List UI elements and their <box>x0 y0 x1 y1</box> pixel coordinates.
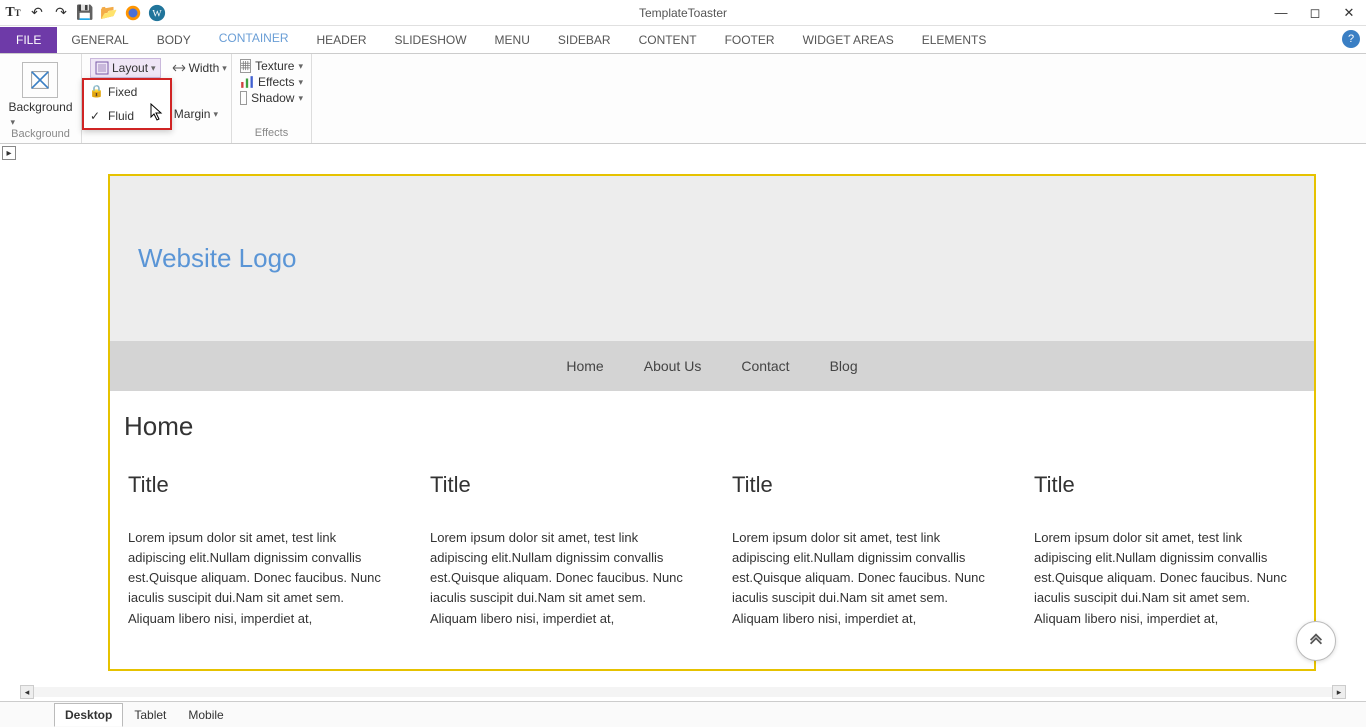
column-body[interactable]: Lorem ipsum dolor sit amet, test link ad… <box>732 528 994 629</box>
scroll-right-button[interactable]: ▸ <box>1332 685 1346 699</box>
minimize-button[interactable]: — <box>1264 0 1298 26</box>
file-tab[interactable]: FILE <box>0 27 57 53</box>
content-column[interactable]: Title Lorem ipsum dolor sit amet, test li… <box>120 472 398 629</box>
quick-access-toolbar: TT ↶ ↷ 💾 📂 W <box>0 4 166 22</box>
ribbon: Background▾ Background Layout▾ Width▾ Ma… <box>0 54 1366 144</box>
view-tab-desktop[interactable]: Desktop <box>54 703 123 727</box>
texture-button[interactable]: Texture▾ <box>240 58 303 74</box>
effects-group-label: Effects <box>240 127 303 139</box>
text-tool-icon[interactable]: TT <box>4 4 22 22</box>
column-title[interactable]: Title <box>430 472 692 498</box>
maximize-button[interactable]: ◻ <box>1298 0 1332 26</box>
tab-menu[interactable]: MENU <box>481 27 544 53</box>
redo-icon[interactable]: ↷ <box>52 4 70 22</box>
window-controls: — ◻ ✕ <box>1264 0 1366 26</box>
scroll-left-button[interactable]: ◂ <box>20 685 34 699</box>
column-body[interactable]: Lorem ipsum dolor sit amet, test link ad… <box>128 528 390 629</box>
background-button[interactable] <box>22 62 58 98</box>
nav-link-about-us[interactable]: About Us <box>644 358 702 374</box>
column-body[interactable]: Lorem ipsum dolor sit amet, test link ad… <box>1034 528 1296 629</box>
margin-button[interactable]: Margin▾ <box>169 104 223 124</box>
scroll-track[interactable] <box>34 687 1332 697</box>
chevron-up-icon <box>1307 632 1325 650</box>
wordpress-icon[interactable]: W <box>148 4 166 22</box>
nav-link-blog[interactable]: Blog <box>830 358 858 374</box>
navbar[interactable]: Home About Us Contact Blog <box>110 341 1314 391</box>
tab-slideshow[interactable]: SLIDESHOW <box>381 27 481 53</box>
scroll-top-button[interactable] <box>1296 621 1336 661</box>
tab-content[interactable]: CONTENT <box>625 27 711 53</box>
layout-option-fluid[interactable]: ✓ Fluid <box>84 104 170 128</box>
ribbon-tabs: FILE GENERALBODYCONTAINERHEADERSLIDESHOW… <box>0 26 1366 54</box>
layout-option-fixed[interactable]: 🔒 Fixed <box>84 80 170 104</box>
content-column[interactable]: Title Lorem ipsum dolor sit amet, test li… <box>422 472 700 629</box>
layout-dropdown: 🔒 Fixed ✓ Fluid <box>82 78 172 130</box>
background-label: Background▾ <box>8 100 72 128</box>
column-title[interactable]: Title <box>732 472 994 498</box>
website-logo[interactable]: Website Logo <box>138 243 297 274</box>
effects-icon <box>240 75 254 89</box>
open-icon[interactable]: 📂 <box>100 4 118 22</box>
lock-icon: 🔒 <box>89 84 104 98</box>
app-title: TemplateToaster <box>639 6 727 20</box>
texture-icon <box>240 59 251 73</box>
help-icon[interactable]: ? <box>1342 30 1360 48</box>
content-column[interactable]: Title Lorem ipsum dolor sit amet, test li… <box>724 472 1002 629</box>
title-bar: TT ↶ ↷ 💾 📂 W TemplateToaster — ◻ ✕ <box>0 0 1366 26</box>
tab-sidebar[interactable]: SIDEBAR <box>544 27 625 53</box>
template-preview[interactable]: Website Logo Home About Us Contact Blog Hom… <box>108 174 1316 671</box>
horizontal-scrollbar[interactable]: ◂ ▸ <box>20 685 1346 699</box>
check-icon: ✓ <box>90 109 100 123</box>
nav-link-contact[interactable]: Contact <box>741 358 789 374</box>
tab-elements[interactable]: ELEMENTS <box>908 27 1001 53</box>
content-column[interactable]: Title Lorem ipsum dolor sit amet, test li… <box>1026 472 1304 629</box>
svg-text:W: W <box>152 8 162 19</box>
tab-widget-areas[interactable]: WIDGET AREAS <box>789 27 908 53</box>
close-button[interactable]: ✕ <box>1332 0 1366 26</box>
shadow-button[interactable]: Shadow▾ <box>240 90 303 106</box>
tab-general[interactable]: GENERAL <box>57 27 142 53</box>
column-body[interactable]: Lorem ipsum dolor sit amet, test link ad… <box>430 528 692 629</box>
column-title[interactable]: Title <box>128 472 390 498</box>
save-icon[interactable]: 💾 <box>76 4 94 22</box>
view-tabs: DesktopTabletMobile <box>0 701 1366 727</box>
background-group-label: Background <box>11 128 70 140</box>
view-tab-mobile[interactable]: Mobile <box>177 703 234 727</box>
layout-group: Layout▾ Width▾ Margin▾ 🔒 Fixed ✓ Fluid <box>82 54 232 143</box>
layout-button[interactable]: Layout▾ <box>90 58 161 78</box>
width-icon <box>172 61 186 75</box>
nav-link-home[interactable]: Home <box>566 358 603 374</box>
expand-handle[interactable]: ▸ <box>2 146 16 160</box>
header-area[interactable]: Website Logo <box>110 176 1314 341</box>
column-title[interactable]: Title <box>1034 472 1296 498</box>
shadow-icon <box>240 91 247 105</box>
tab-header[interactable]: HEADER <box>303 27 381 53</box>
width-button[interactable]: Width▾ <box>167 58 232 78</box>
content-area[interactable]: Home Title Lorem ipsum dolor sit amet, te… <box>110 391 1314 669</box>
page-title[interactable]: Home <box>120 411 1304 442</box>
tab-body[interactable]: BODY <box>143 27 205 53</box>
effects-button[interactable]: Effects▾ <box>240 74 303 90</box>
design-canvas: ▸ Website Logo Home About Us Contact Blog H… <box>0 144 1366 701</box>
firefox-icon[interactable] <box>124 4 142 22</box>
view-tab-tablet[interactable]: Tablet <box>123 703 177 727</box>
undo-icon[interactable]: ↶ <box>28 4 46 22</box>
effects-group: Texture▾ Effects▾ Shadow▾ Effects <box>232 54 312 143</box>
tab-container[interactable]: CONTAINER <box>205 25 303 53</box>
background-group: Background▾ Background <box>0 54 82 143</box>
tab-footer[interactable]: FOOTER <box>711 27 789 53</box>
layout-icon <box>95 61 109 75</box>
